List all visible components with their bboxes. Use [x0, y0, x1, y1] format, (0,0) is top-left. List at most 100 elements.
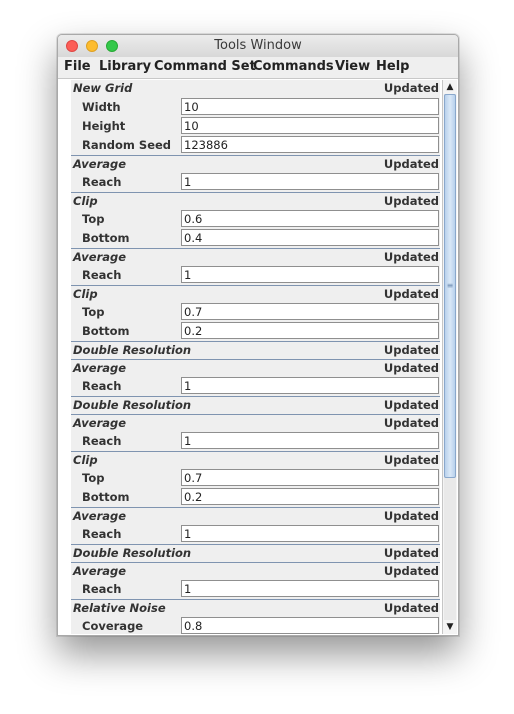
status-label: Updated [383, 398, 439, 412]
command-name: Average [73, 157, 127, 171]
command-header[interactable]: Average Updated [71, 507, 440, 525]
command-header[interactable]: Average Updated [71, 248, 440, 266]
command-list[interactable]: New Grid Updated Width Height Random Seed Ave… [71, 80, 440, 634]
command-name: Relative Noise [73, 601, 166, 615]
param-input[interactable] [181, 266, 439, 283]
scroll-track[interactable]: ≡ [444, 94, 456, 620]
param-row: Reach [71, 580, 440, 599]
command-name: Double Resolution [73, 343, 192, 357]
param-row: Top [71, 469, 440, 488]
command-header[interactable]: Average Updated [71, 155, 440, 173]
menu-view[interactable]: View [335, 59, 370, 74]
status-label: Updated [383, 157, 439, 171]
title-bar[interactable]: Tools Window [58, 35, 458, 58]
command-list-inner: New Grid Updated Width Height Random Seed Ave… [71, 80, 440, 634]
status-label: Updated [383, 509, 439, 523]
command-header[interactable]: Average Updated [71, 359, 440, 377]
param-input[interactable] [181, 173, 439, 190]
command-header[interactable]: Clip Updated [71, 451, 440, 469]
command-name: New Grid [73, 81, 133, 95]
param-row: Reach [71, 173, 440, 192]
status-label: Updated [383, 564, 439, 578]
param-input[interactable] [181, 525, 439, 542]
command-header[interactable]: Double Resolution Updated [71, 544, 440, 562]
status-label: Updated [383, 361, 439, 375]
param-label: Reach [82, 582, 122, 596]
param-row: Coverage [71, 617, 440, 634]
command-header[interactable]: Double Resolution Updated [71, 396, 440, 414]
param-label: Top [82, 212, 105, 226]
menu-bar: File Library Command Set Commands View H… [58, 57, 458, 79]
param-row: Height [71, 117, 440, 136]
menu-file[interactable]: File [64, 59, 91, 74]
param-input[interactable] [181, 322, 439, 339]
param-row: Width [71, 98, 440, 117]
param-input[interactable] [181, 580, 439, 597]
param-input[interactable] [181, 377, 439, 394]
param-label: Reach [82, 434, 122, 448]
status-label: Updated [383, 250, 439, 264]
param-row: Top [71, 303, 440, 322]
param-label: Top [82, 305, 105, 319]
param-row: Bottom [71, 229, 440, 248]
command-header[interactable]: Relative Noise Updated [71, 599, 440, 617]
status-label: Updated [383, 546, 439, 560]
menu-command-set[interactable]: Command Set [154, 59, 256, 74]
param-row: Reach [71, 266, 440, 285]
command-header[interactable]: New Grid Updated [71, 80, 440, 97]
menu-help[interactable]: Help [376, 59, 409, 74]
vertical-scrollbar[interactable]: ▲ ≡ ▼ [442, 80, 457, 634]
param-label: Reach [82, 175, 122, 189]
param-row: Reach [71, 432, 440, 451]
status-label: Updated [383, 287, 439, 301]
param-label: Reach [82, 527, 122, 541]
status-label: Updated [383, 601, 439, 615]
status-label: Updated [383, 343, 439, 357]
param-input[interactable] [181, 210, 439, 227]
param-input[interactable] [181, 488, 439, 505]
command-header[interactable]: Average Updated [71, 414, 440, 432]
command-name: Double Resolution [73, 398, 192, 412]
menu-commands[interactable]: Commands [253, 59, 334, 74]
param-label: Bottom [82, 490, 130, 504]
param-input[interactable] [181, 136, 439, 153]
param-label: Height [82, 119, 126, 133]
command-name: Average [73, 361, 127, 375]
param-label: Coverage [82, 619, 144, 633]
tools-window: Tools Window File Library Command Set Co… [57, 34, 459, 636]
param-label: Random Seed [82, 138, 172, 152]
status-label: Updated [383, 81, 439, 95]
command-header[interactable]: Clip Updated [71, 192, 440, 210]
param-input[interactable] [181, 617, 439, 634]
command-header[interactable]: Average Updated [71, 562, 440, 580]
param-input[interactable] [181, 303, 439, 320]
content-area: New Grid Updated Width Height Random Seed Ave… [58, 79, 458, 635]
param-input[interactable] [181, 117, 439, 134]
param-row: Bottom [71, 488, 440, 507]
param-input[interactable] [181, 98, 439, 115]
command-name: Clip [73, 453, 98, 467]
command-name: Average [73, 250, 127, 264]
menu-library[interactable]: Library [99, 59, 151, 74]
param-input[interactable] [181, 469, 439, 486]
scroll-up-icon[interactable]: ▲ [443, 80, 457, 94]
command-name: Average [73, 509, 127, 523]
param-input[interactable] [181, 432, 439, 449]
param-label: Bottom [82, 324, 130, 338]
param-label: Reach [82, 379, 122, 393]
command-name: Clip [73, 287, 98, 301]
command-header[interactable]: Double Resolution Updated [71, 341, 440, 359]
scroll-thumb[interactable]: ≡ [444, 94, 456, 478]
param-label: Reach [82, 268, 122, 282]
command-header[interactable]: Clip Updated [71, 285, 440, 303]
param-row: Reach [71, 525, 440, 544]
param-row: Top [71, 210, 440, 229]
scroll-down-icon[interactable]: ▼ [443, 620, 457, 634]
status-label: Updated [383, 416, 439, 430]
command-name: Average [73, 564, 127, 578]
param-label: Bottom [82, 231, 130, 245]
status-label: Updated [383, 194, 439, 208]
param-input[interactable] [181, 229, 439, 246]
window-title: Tools Window [214, 38, 302, 53]
param-row: Reach [71, 377, 440, 396]
